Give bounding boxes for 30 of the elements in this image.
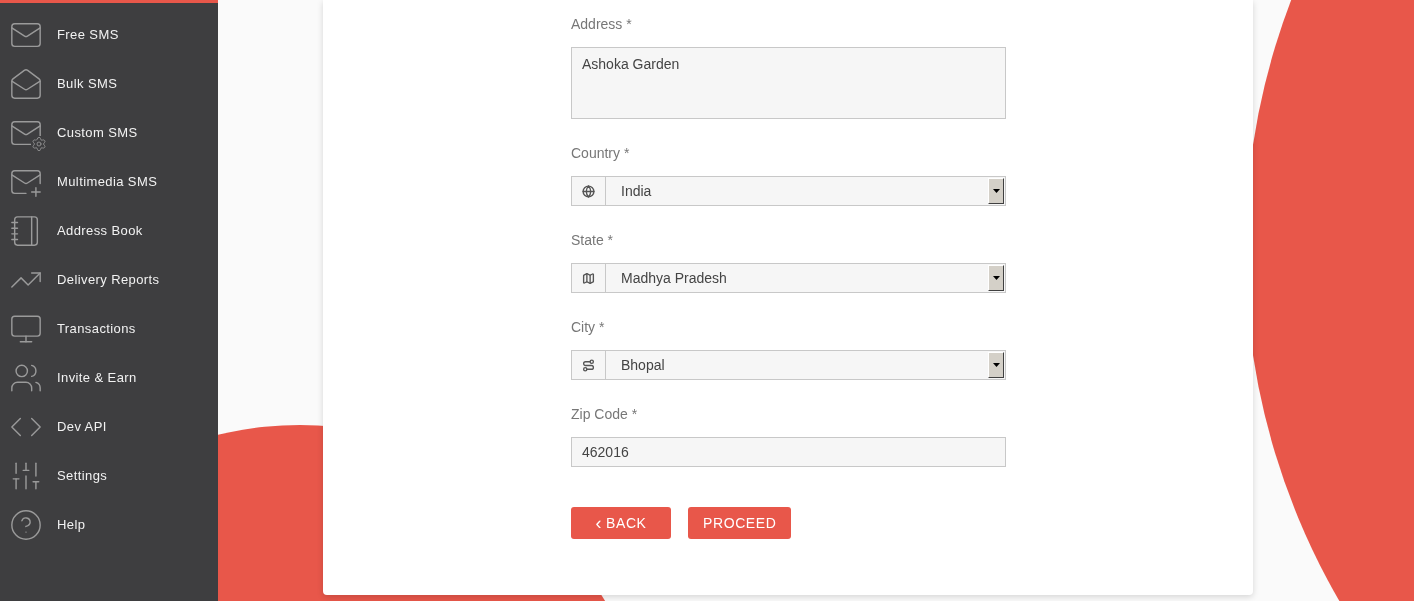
select-field[interactable]: India bbox=[571, 176, 1006, 206]
sidebar-item[interactable]: Delivery Reports bbox=[0, 255, 218, 304]
address-field[interactable]: Ashoka Garden bbox=[571, 47, 1006, 119]
field-label: Country * bbox=[571, 145, 631, 161]
map-icon bbox=[582, 271, 595, 285]
caret-icon bbox=[992, 363, 1000, 367]
sidebar-item[interactable]: Help bbox=[0, 500, 218, 549]
envelopes-icon bbox=[9, 66, 43, 101]
sidebar-item[interactable]: Free SMS bbox=[0, 10, 218, 59]
proceed-button[interactable]: PROCEED bbox=[688, 507, 792, 539]
field-label: State * bbox=[571, 232, 615, 248]
globe-icon bbox=[582, 184, 595, 198]
field-label: City * bbox=[571, 319, 606, 335]
back-button[interactable]: ‹ BACK bbox=[571, 507, 671, 539]
sidebar-item[interactable]: Multimedia SMS bbox=[0, 157, 218, 206]
sidebar-item[interactable]: Custom SMS bbox=[0, 108, 218, 157]
sidebar-item[interactable]: Address Book bbox=[0, 206, 218, 255]
field-label: Address * bbox=[571, 16, 633, 32]
field-label: Zip Code * bbox=[571, 406, 639, 422]
sidebar-item[interactable]: Transactions bbox=[0, 304, 218, 353]
sidebar-item[interactable]: Invite & Earn bbox=[0, 353, 218, 402]
sidebar-item[interactable]: Dev API bbox=[0, 402, 218, 451]
caret-icon bbox=[992, 189, 1000, 193]
input-field[interactable]: 462016 bbox=[571, 437, 1006, 467]
sidebar-item[interactable]: Settings bbox=[0, 451, 218, 500]
select-field[interactable]: Madhya Pradesh bbox=[571, 263, 1006, 293]
select-field[interactable]: Bhopal bbox=[571, 350, 1006, 380]
help-icon bbox=[9, 507, 43, 542]
caret-icon bbox=[992, 276, 1000, 280]
sidebar-item[interactable]: Bulk SMS bbox=[0, 59, 218, 108]
